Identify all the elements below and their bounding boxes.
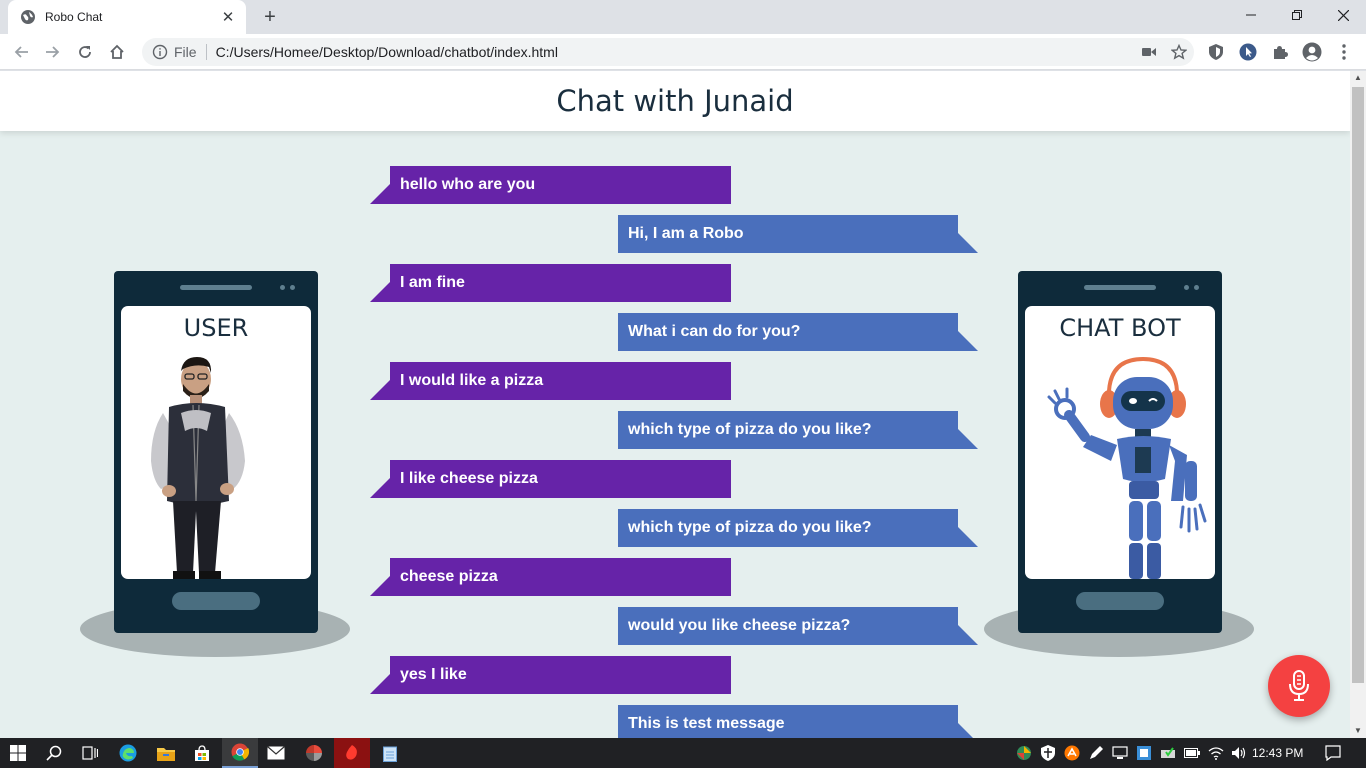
profile-avatar-icon[interactable] [1302, 42, 1322, 62]
browser-toolbar: File C:/Users/Homee/Desktop/Download/cha… [0, 34, 1366, 70]
battery-icon[interactable] [1181, 738, 1203, 768]
bot-message: would you like cheese pizza? [618, 607, 978, 645]
user-phone: USER [114, 271, 318, 633]
home-button[interactable] [104, 39, 130, 65]
tray-network-app-icon[interactable] [1133, 738, 1155, 768]
phone-speaker [180, 285, 252, 290]
user-message: I like cheese pizza [370, 460, 731, 498]
tab-title: Robo Chat [45, 10, 103, 24]
tab-robo-chat[interactable]: Robo Chat ✕ [8, 0, 246, 34]
notifications-icon[interactable] [1322, 738, 1344, 768]
phone-dot [1194, 285, 1199, 290]
app-pinwheel-icon[interactable] [296, 738, 332, 768]
cursor-extension-icon[interactable] [1238, 42, 1258, 62]
tray-avast-icon[interactable] [1061, 738, 1083, 768]
forward-arrow-icon [46, 46, 60, 58]
camera-icon[interactable] [1134, 38, 1164, 66]
phone-home-button [1076, 592, 1164, 610]
phone-home-button [172, 592, 260, 610]
bookmark-star-icon[interactable] [1164, 38, 1194, 66]
edge-browser-icon[interactable] [110, 738, 146, 768]
bot-label: CHAT BOT [1059, 314, 1181, 342]
address-bar[interactable]: File C:/Users/Homee/Desktop/Download/cha… [142, 38, 1194, 66]
user-message: hello who are you [370, 166, 731, 204]
microphone-icon [1289, 670, 1309, 701]
close-window-button[interactable] [1320, 0, 1366, 30]
microphone-button[interactable] [1268, 655, 1330, 717]
volume-icon[interactable] [1228, 738, 1250, 768]
taskbar-clock[interactable]: 12:43 PM [1252, 738, 1303, 768]
address-url[interactable]: C:/Users/Homee/Desktop/Download/chatbot/… [216, 44, 1134, 60]
new-tab-button[interactable]: + [258, 5, 282, 29]
forward-button[interactable] [40, 39, 66, 65]
wifi-icon[interactable] [1205, 738, 1227, 768]
scroll-down-arrow-icon[interactable]: ▼ [1350, 724, 1366, 738]
menu-kebab-icon[interactable] [1334, 42, 1354, 62]
tray-device-icon[interactable] [1109, 738, 1131, 768]
phone-dot [290, 285, 295, 290]
page-header: Chat with Junaid [0, 71, 1350, 131]
globe-icon [20, 9, 36, 25]
page-scrollbar[interactable]: ▲ ▼ [1350, 71, 1366, 738]
bot-message: which type of pizza do you like? [618, 509, 978, 547]
user-message: I am fine [370, 264, 731, 302]
robot-illustration [1047, 356, 1207, 579]
phone-dot [1184, 285, 1189, 290]
tray-colorful-icon[interactable] [1013, 738, 1035, 768]
tray-drive-check-icon[interactable] [1157, 738, 1179, 768]
restore-button[interactable] [1274, 0, 1320, 30]
home-icon [110, 44, 124, 59]
user-photo [151, 357, 245, 579]
phone-speaker [1084, 285, 1156, 290]
task-view-icon[interactable] [72, 738, 108, 768]
chrome-taskbar-icon[interactable] [222, 738, 258, 768]
tray-shield-icon[interactable] [1037, 738, 1059, 768]
windows-start-icon[interactable] [0, 738, 36, 768]
red-app-icon[interactable] [334, 738, 370, 768]
user-message: I would like a pizza [370, 362, 731, 400]
scroll-up-arrow-icon[interactable]: ▲ [1350, 71, 1366, 85]
tab-close-icon[interactable]: ✕ [220, 8, 236, 26]
tray-pen-icon[interactable] [1085, 738, 1107, 768]
shield-extension-icon[interactable] [1206, 42, 1226, 62]
phone-dot [280, 285, 285, 290]
bot-message: which type of pizza do you like? [618, 411, 978, 449]
user-message: cheese pizza [370, 558, 731, 596]
back-button[interactable] [8, 39, 34, 65]
page-viewport: Chat with Junaid USER CHAT BOT hello who… [0, 71, 1350, 738]
user-message: yes I like [370, 656, 731, 694]
tab-strip: Robo Chat ✕ + [0, 0, 1366, 34]
bot-phone-screen: CHAT BOT [1025, 306, 1215, 579]
user-phone-screen: USER [121, 306, 311, 579]
notepad-icon[interactable] [372, 738, 408, 768]
reload-button[interactable] [72, 39, 98, 65]
file-explorer-icon[interactable] [148, 738, 184, 768]
store-bag-icon[interactable] [184, 738, 220, 768]
back-arrow-icon [14, 46, 28, 58]
mail-icon[interactable] [258, 738, 294, 768]
address-scheme: File [174, 44, 207, 60]
bot-message: This is test message [618, 705, 978, 738]
windows-taskbar: 12:43 PM [0, 738, 1366, 768]
reload-icon [79, 46, 91, 58]
extensions-puzzle-icon[interactable] [1270, 42, 1290, 62]
minimize-button[interactable] [1228, 0, 1274, 30]
user-label: USER [183, 314, 249, 342]
bot-phone: CHAT BOT [1018, 271, 1222, 633]
scrollbar-thumb[interactable] [1352, 87, 1364, 683]
bot-message: Hi, I am a Robo [618, 215, 978, 253]
bot-message: What i can do for you? [618, 313, 978, 351]
info-icon[interactable] [152, 44, 168, 60]
search-icon[interactable] [36, 738, 72, 768]
page-title: Chat with Junaid [556, 84, 794, 118]
